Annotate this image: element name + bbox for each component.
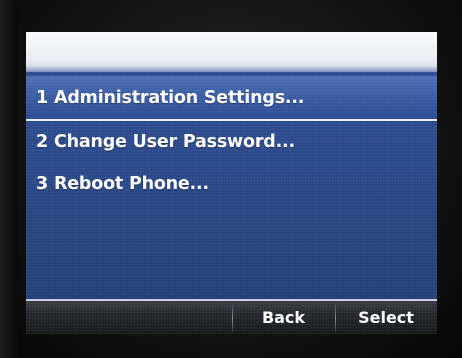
softkey-divider (232, 305, 233, 332)
softkey-2[interactable] (129, 301, 232, 334)
bezel-left-edge (0, 0, 18, 358)
softkey-bar: Back Select (26, 299, 437, 334)
softkey-divider (335, 305, 336, 332)
menu-item-number: 1 (36, 87, 48, 108)
menu-item-administration-settings[interactable]: 1 Administration Settings... (26, 76, 437, 121)
menu-list: 1 Administration Settings... 2 Change Us… (26, 72, 437, 205)
title-bar (26, 32, 437, 72)
menu-item-reboot-phone[interactable]: 3 Reboot Phone... (26, 163, 437, 205)
select-softkey[interactable]: Select (335, 301, 437, 334)
phone-screen: 1 Administration Settings... 2 Change Us… (26, 32, 437, 334)
menu-item-label: Administration Settings... (53, 87, 305, 108)
menu-item-label: Reboot Phone... (53, 174, 209, 194)
softkey-1[interactable] (26, 301, 129, 334)
menu-item-change-user-password[interactable]: 2 Change User Password... (26, 121, 437, 163)
back-softkey[interactable]: Back (232, 301, 335, 334)
menu-item-number: 3 (36, 174, 48, 194)
menu-item-number: 2 (36, 132, 48, 152)
menu-item-label: Change User Password... (53, 132, 295, 152)
